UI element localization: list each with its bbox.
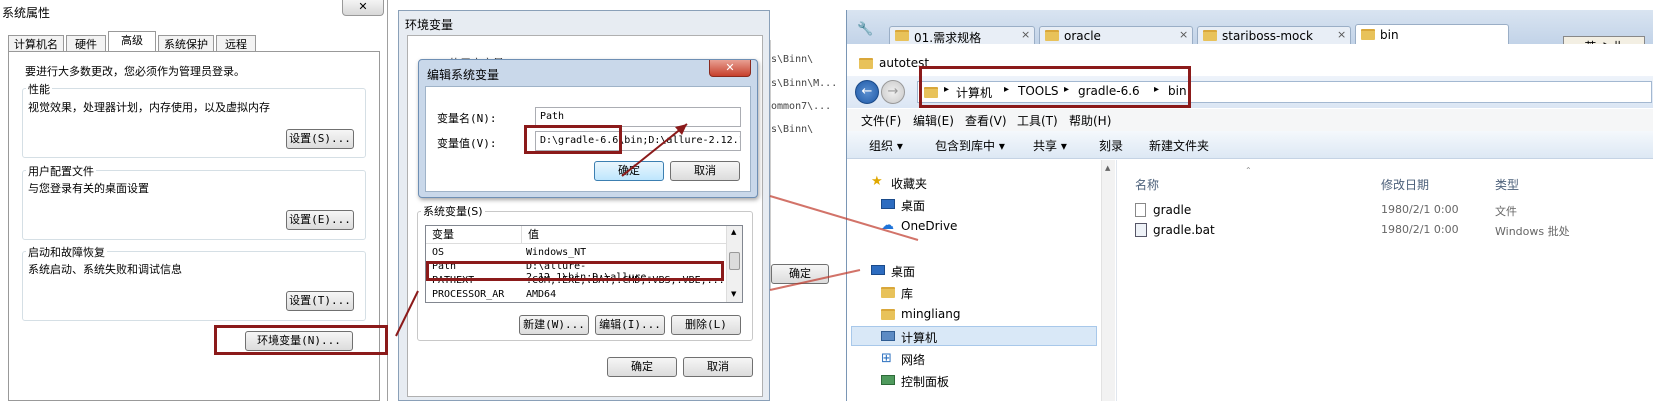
arrow-line bbox=[395, 290, 419, 337]
arrow-line bbox=[769, 269, 861, 291]
arrow-line bbox=[769, 195, 919, 241]
arrow-line bbox=[621, 123, 688, 177]
annotation-arrows bbox=[395, 123, 919, 337]
